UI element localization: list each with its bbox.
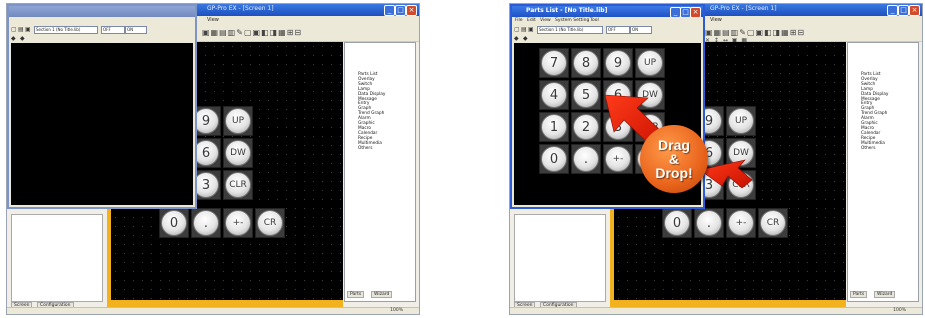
drag-drop-badge: Drag & Drop!: [640, 125, 708, 193]
drag-drop-label: Drag & Drop!: [655, 137, 693, 181]
drag-arrow: [604, 94, 753, 189]
arrow-tail: [699, 159, 753, 189]
